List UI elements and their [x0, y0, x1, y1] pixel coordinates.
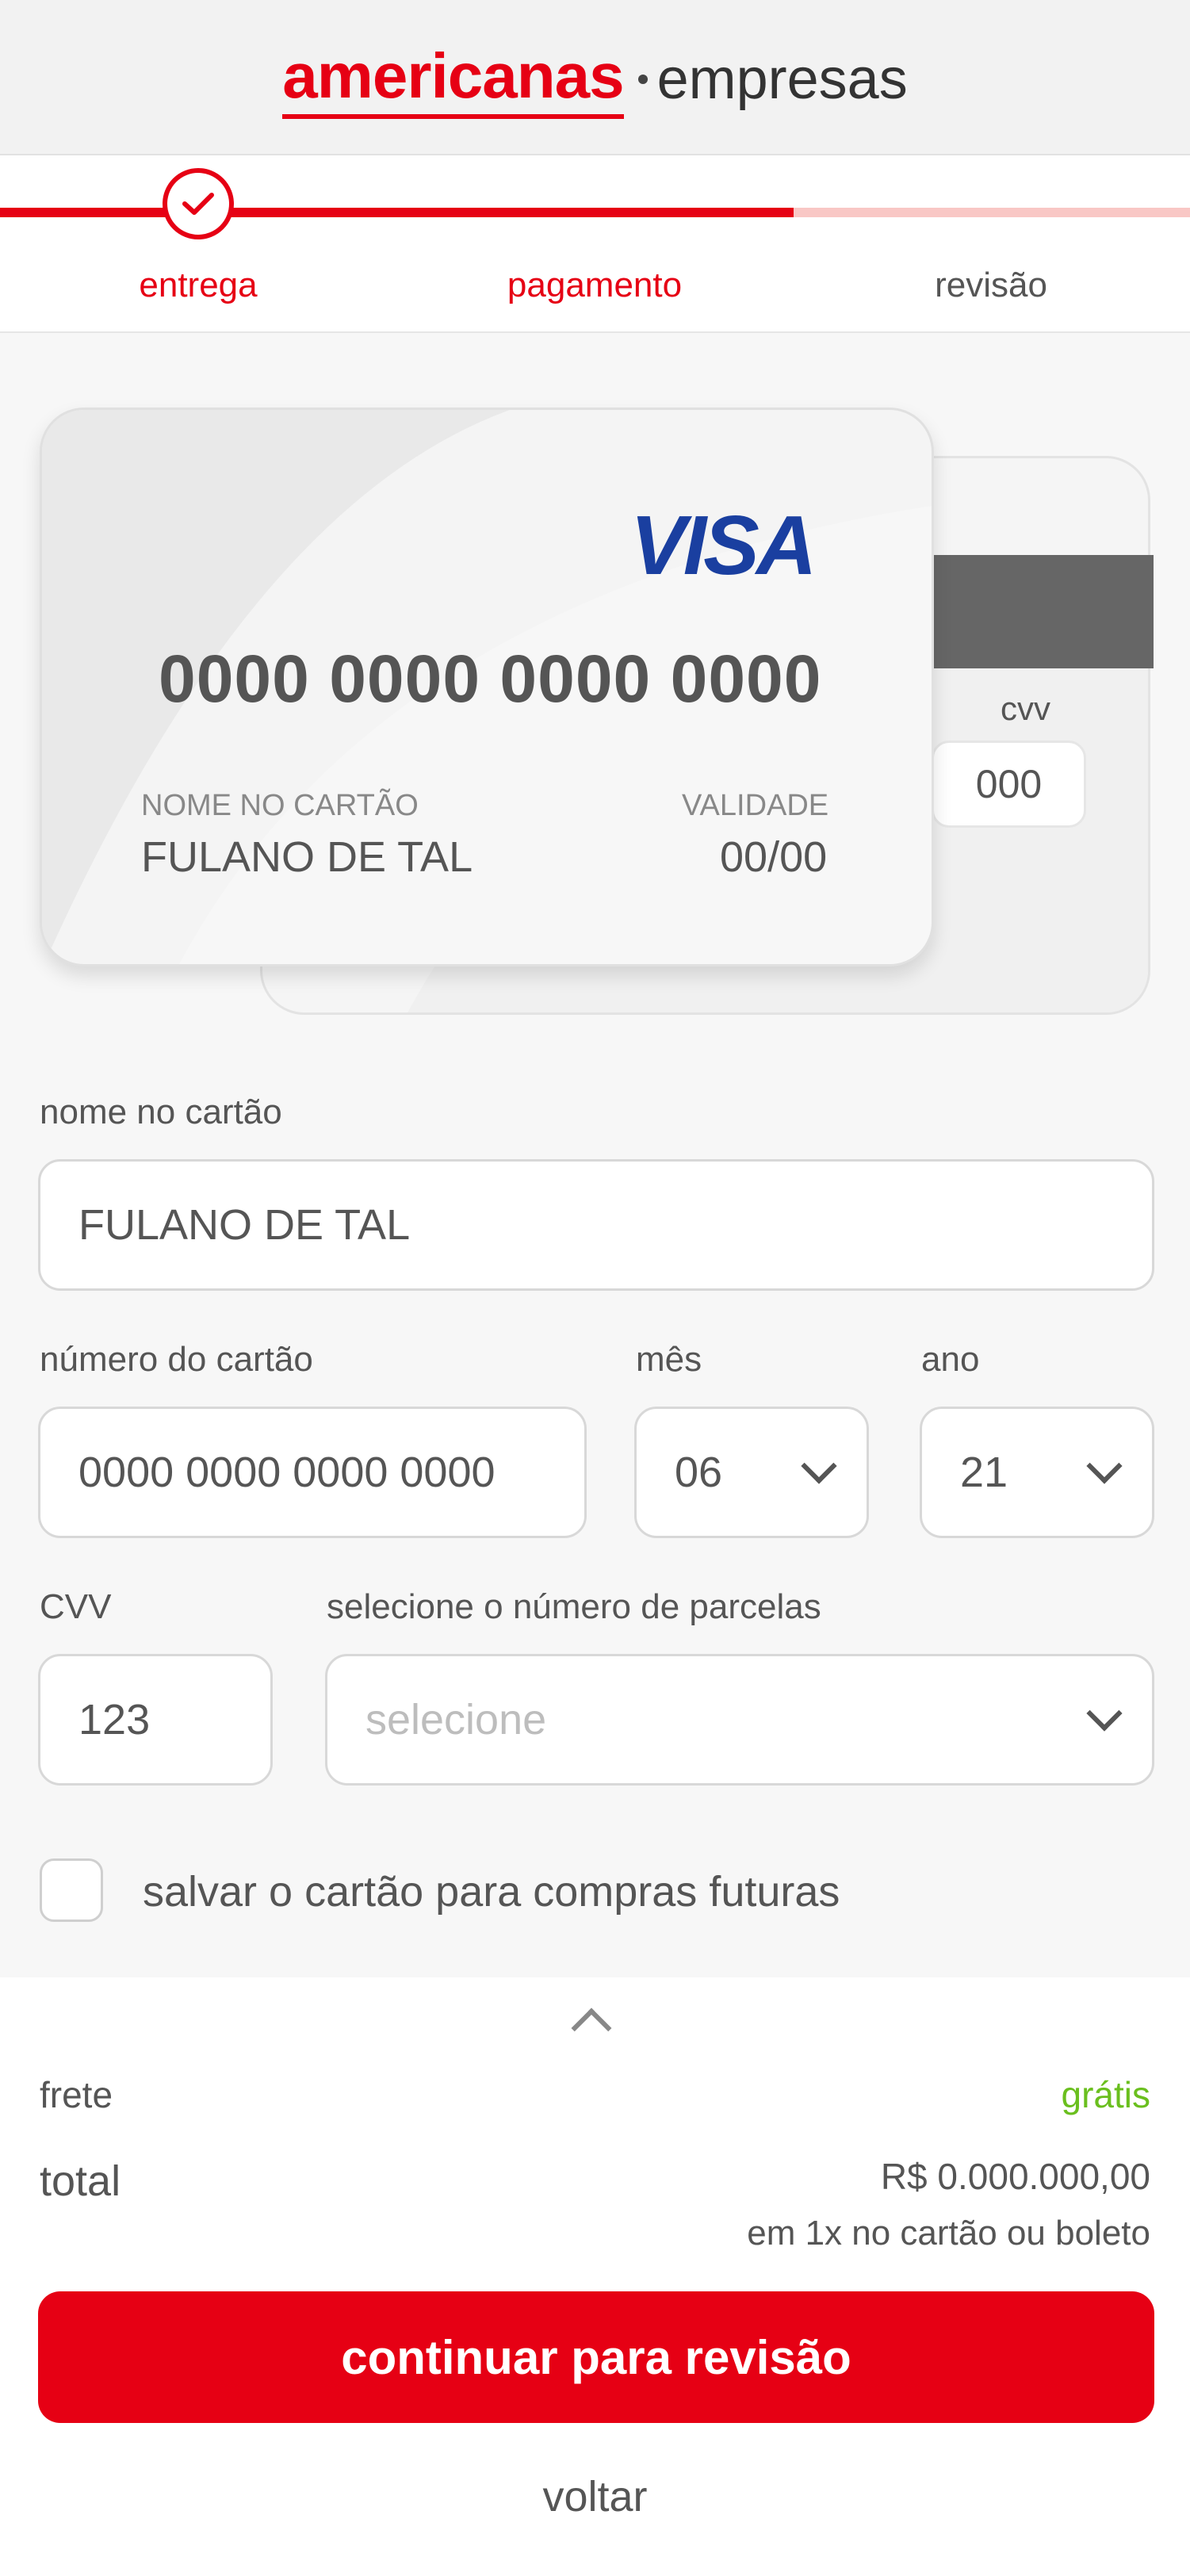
- month-select[interactable]: 06: [634, 1407, 869, 1538]
- name-label: nome no cartão: [40, 1093, 282, 1131]
- month-select-value: 06: [675, 1449, 723, 1496]
- back-link[interactable]: voltar: [0, 2472, 1190, 2521]
- chevron-down-icon: [801, 1448, 837, 1484]
- brand-separator-dot: [637, 75, 648, 84]
- month-label: mês: [636, 1340, 702, 1379]
- visa-logo: VISA: [630, 499, 817, 592]
- brand-logo: americanas empresas: [0, 40, 1190, 119]
- card-valid-preview: 00/00: [720, 833, 828, 881]
- card-number-preview: 0000 0000 0000 0000: [159, 641, 822, 716]
- save-card-label[interactable]: salvar o cartão para compras futuras: [143, 1867, 840, 1916]
- card-number-input[interactable]: 0000 0000 0000 0000: [38, 1407, 587, 1538]
- card-name-caption: NOME NO CARTÃO: [141, 789, 419, 822]
- year-select[interactable]: 21: [920, 1407, 1154, 1538]
- card-name-preview: FULANO DE TAL: [141, 833, 473, 881]
- chevron-down-icon: [1086, 1695, 1123, 1732]
- card-valid-caption: VALIDADE: [682, 789, 829, 822]
- brand-primary-text: americanas: [282, 44, 625, 119]
- shipping-label: frete: [40, 2074, 113, 2115]
- chevron-down-icon: [1086, 1448, 1123, 1484]
- shipping-value: grátis: [1061, 2074, 1150, 2115]
- step-entrega[interactable]: entrega: [0, 266, 396, 305]
- check-icon: [163, 168, 234, 239]
- card-cvv-value: 000: [932, 741, 1086, 828]
- installments-label: selecione o número de parcelas: [327, 1587, 821, 1626]
- installments-select-placeholder: selecione: [365, 1696, 547, 1743]
- installments-note: em 1x no cartão ou boleto: [747, 2214, 1150, 2253]
- total-label: total: [40, 2157, 121, 2205]
- installments-select[interactable]: selecione: [325, 1654, 1154, 1786]
- total-value: R$ 0.000.000,00: [880, 2156, 1150, 2197]
- card-name-input[interactable]: FULANO DE TAL: [38, 1159, 1154, 1291]
- brand-secondary-text: empresas: [656, 48, 908, 111]
- card-cvv-caption: cvv: [1001, 690, 1050, 727]
- year-label: ano: [921, 1340, 980, 1379]
- progress-fill: [0, 208, 794, 217]
- card-magnetic-stripe: [912, 555, 1154, 668]
- step-pagamento[interactable]: pagamento: [396, 266, 793, 305]
- step-revisao: revisão: [935, 266, 1047, 304]
- year-select-value: 21: [960, 1449, 1008, 1496]
- cvv-input[interactable]: 123: [38, 1654, 273, 1786]
- continue-to-review-button[interactable]: continuar para revisão: [38, 2291, 1154, 2423]
- card-number-label: número do cartão: [40, 1340, 313, 1379]
- save-card-checkbox[interactable]: [40, 1858, 103, 1922]
- cvv-label: CVV: [40, 1587, 112, 1626]
